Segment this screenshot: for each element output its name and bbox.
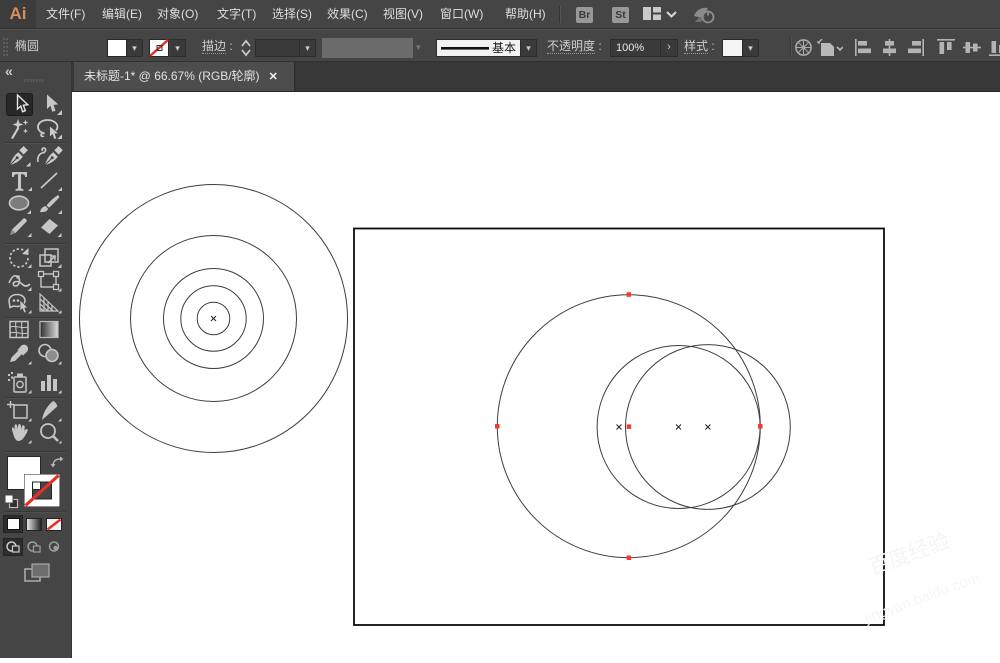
svg-text:jingyan.baidu.com: jingyan.baidu.com [862, 569, 982, 627]
svg-text:百度经验: 百度经验 [866, 529, 953, 579]
